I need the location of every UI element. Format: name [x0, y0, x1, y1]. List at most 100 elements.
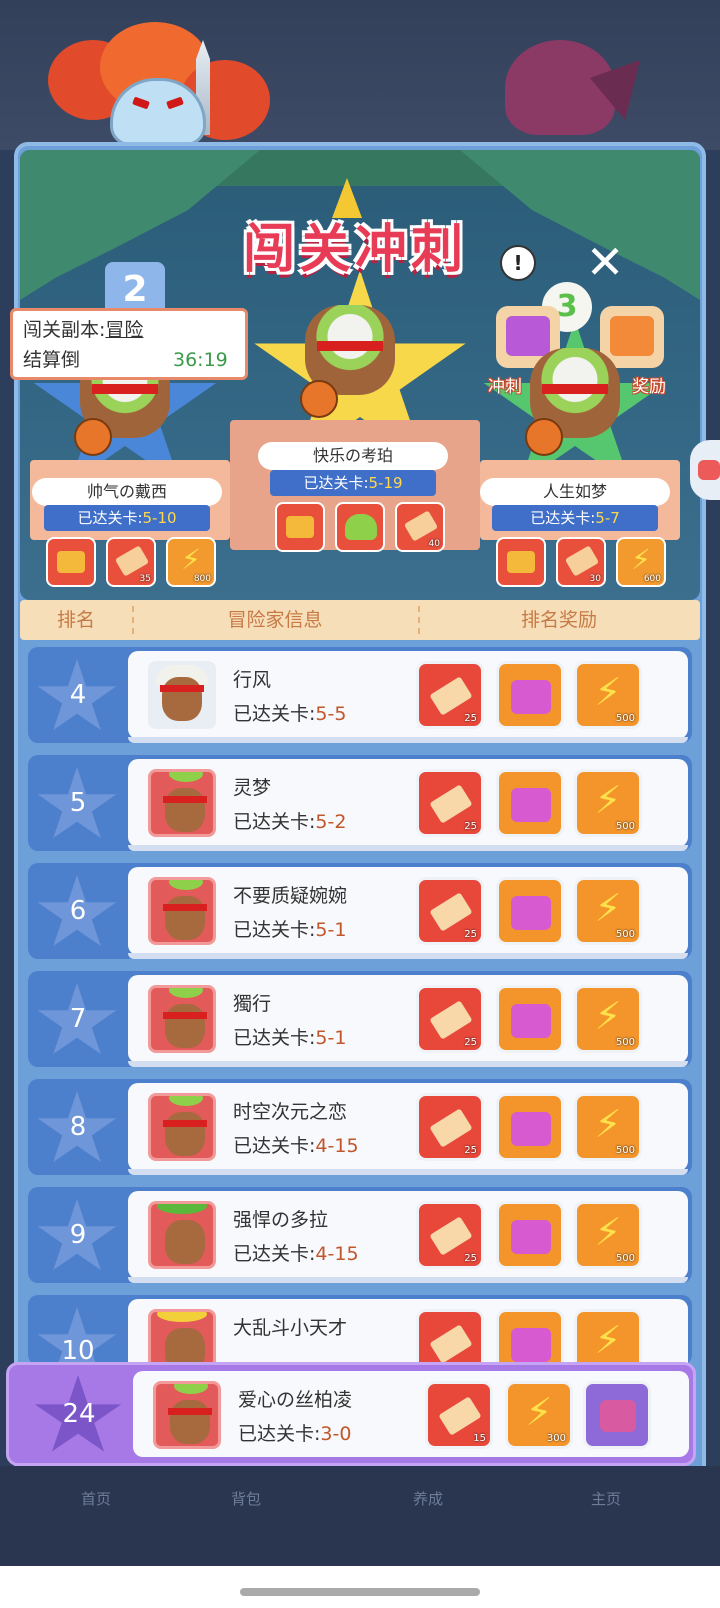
third-place-level: 已达关卡:5-7 [492, 505, 658, 531]
leaderboard-row[interactable]: 4 行风 已达关卡:5-5 25 500 [28, 647, 692, 743]
rank-number: 10 [61, 1336, 95, 1365]
countdown-label: 结算倒 [23, 349, 81, 371]
info-button[interactable]: ! [500, 245, 536, 281]
dungeon-label: 闯关副本: [23, 319, 106, 341]
rank-number: 9 [69, 1220, 87, 1250]
bolt-icon[interactable]: 300 [505, 1381, 573, 1449]
sprint-reward-label: 冲刺 [488, 377, 522, 397]
player-level: 已达关卡:5-5 [233, 703, 347, 725]
rank-number: 6 [69, 896, 87, 926]
dungeon-info-box: 闯关副本:冒险 结算倒 36:19 [10, 308, 248, 380]
leaderboard-row[interactable]: 10 大乱斗小天才 [28, 1295, 692, 1365]
leaderboard-row[interactable]: 8 时空次元之恋 已达关卡:4-15 25 500 [28, 1079, 692, 1175]
ticket-icon[interactable]: 25 [416, 661, 484, 729]
chest-icon[interactable] [496, 537, 546, 587]
my-level: 已达关卡:3-0 [238, 1423, 352, 1445]
player-avatar[interactable] [148, 1309, 216, 1365]
player-name: 时空次元之恋 [233, 1101, 348, 1123]
player-name: 强悍の多拉 [233, 1209, 329, 1231]
player-avatar[interactable] [148, 1093, 216, 1161]
chest-icon[interactable] [496, 661, 564, 729]
nav-bag[interactable]: 背包 [206, 1488, 286, 1509]
basketball-icon [300, 380, 338, 418]
ticket-icon[interactable]: 40 [395, 502, 445, 552]
home-indicator[interactable] [240, 1588, 480, 1596]
bolt-icon[interactable] [574, 1309, 642, 1365]
ticket-icon[interactable]: 25 [416, 985, 484, 1053]
player-name: 行风 [233, 669, 272, 691]
third-place-name: 人生如梦 [480, 478, 670, 506]
basketball-icon [525, 418, 563, 456]
bolt-icon[interactable]: 500 [574, 769, 642, 837]
countdown-value: 36:19 [173, 349, 228, 371]
purple-chest-icon[interactable] [583, 1381, 651, 1449]
my-rank-number: 24 [62, 1399, 96, 1429]
rank-number: 8 [69, 1112, 87, 1142]
ticket-icon[interactable]: 25 [416, 769, 484, 837]
player-avatar[interactable] [148, 769, 216, 837]
leaderboard-row[interactable]: 9 强悍の多拉 已达关卡:4-15 25 500 [28, 1187, 692, 1283]
bolt-icon[interactable]: 500 [574, 877, 642, 945]
first-place-name: 快乐の考珀 [258, 442, 448, 470]
system-nav-bar [0, 1566, 720, 1608]
header-rank: 排名 [56, 609, 95, 631]
second-place-level: 已达关卡:5-10 [44, 505, 210, 531]
leaderboard-row[interactable]: 6 不要质疑婉婉 已达关卡:5-1 25 500 [28, 863, 692, 959]
dungeon-link[interactable]: 冒险 [105, 319, 143, 341]
player-level: 已达关卡:4-15 [233, 1135, 359, 1157]
ticket-icon[interactable]: 15 [425, 1381, 493, 1449]
player-level: 已达关卡:5-1 [233, 919, 347, 941]
player-name: 獨行 [233, 993, 272, 1015]
event-title: 闯关冲刺 [242, 220, 467, 280]
bolt-icon[interactable]: 500 [574, 985, 642, 1053]
my-name: 爱心の丝柏凌 [238, 1389, 353, 1411]
player-avatar[interactable] [148, 985, 216, 1053]
slime-icon[interactable] [335, 502, 385, 552]
leaderboard-row[interactable]: 7 獨行 已达关卡:5-1 25 500 [28, 971, 692, 1067]
my-avatar[interactable] [153, 1381, 221, 1449]
bottom-nav: 首页 背包 养成 主页 [0, 1466, 720, 1566]
close-button[interactable]: ✕ [585, 239, 625, 285]
bolt-icon[interactable]: 500 [574, 661, 642, 729]
rank-number: 7 [69, 1004, 87, 1034]
rank-number: 5 [69, 788, 87, 818]
bolt-icon[interactable]: 600 [616, 537, 666, 587]
nav-home[interactable]: 首页 [56, 1488, 136, 1509]
ticket-icon[interactable]: 35 [106, 537, 156, 587]
ticket-icon[interactable] [416, 1309, 484, 1365]
chest-icon[interactable] [46, 537, 96, 587]
chest-icon[interactable] [496, 769, 564, 837]
chest-icon[interactable] [496, 1309, 564, 1365]
final-reward-label: 奖励 [632, 377, 666, 397]
ticket-icon[interactable]: 25 [416, 1093, 484, 1161]
first-place-level: 已达关卡:5-19 [270, 470, 436, 496]
bolt-icon[interactable]: 500 [574, 1201, 642, 1269]
bolt-icon[interactable]: 500 [574, 1093, 642, 1161]
header-reward: 排名奖励 [520, 609, 597, 631]
ticket-icon[interactable]: 30 [556, 537, 606, 587]
my-rank-row[interactable]: 24 爱心の丝柏凌 已达关卡:3-0 15 300 [6, 1362, 696, 1466]
player-avatar[interactable] [148, 661, 216, 729]
ticket-icon[interactable]: 25 [416, 877, 484, 945]
rank-number: 4 [69, 680, 87, 710]
player-name: 大乱斗小天才 [233, 1317, 348, 1339]
dungeon-line: 闯关副本:冒险 [23, 315, 235, 345]
chest-icon[interactable] [496, 877, 564, 945]
chest-icon[interactable] [275, 502, 325, 552]
nav-main[interactable]: 主页 [566, 1488, 646, 1509]
leaderboard-row[interactable]: 5 灵梦 已达关卡:5-2 25 500 [28, 755, 692, 851]
bolt-icon[interactable]: 800 [166, 537, 216, 587]
table-header: 排名 冒险家信息 排名奖励 [20, 600, 700, 640]
chest-icon[interactable] [496, 1093, 564, 1161]
nav-develop[interactable]: 养成 [388, 1488, 468, 1509]
ticket-icon[interactable]: 25 [416, 1201, 484, 1269]
second-place-name: 帅气の戴西 [32, 478, 222, 506]
chest-icon[interactable] [496, 985, 564, 1053]
basketball-icon [74, 418, 112, 456]
player-name: 灵梦 [233, 777, 272, 799]
player-avatar[interactable] [148, 1201, 216, 1269]
header-player-info: 冒险家信息 [227, 609, 323, 631]
chest-icon[interactable] [496, 1201, 564, 1269]
player-avatar[interactable] [148, 877, 216, 945]
side-game-button[interactable] [690, 440, 720, 500]
